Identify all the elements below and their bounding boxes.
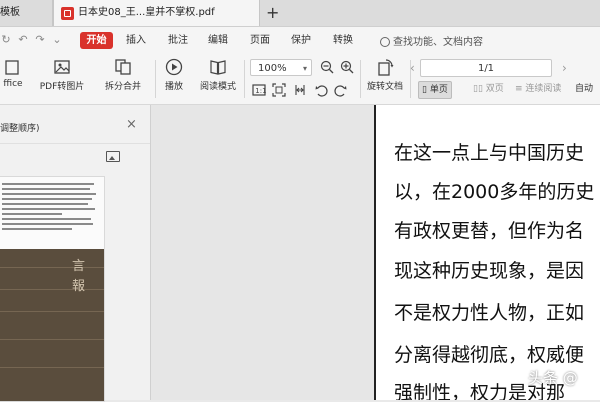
next-page-icon[interactable]: ›	[562, 61, 567, 75]
split-merge-button[interactable]: 拆分合并	[98, 58, 148, 92]
thumbnail-newspaper-image: 言 報	[0, 249, 104, 401]
panel-divider	[0, 143, 150, 144]
actual-size-icon[interactable]: 1:1	[252, 83, 267, 97]
text-line: 有政权更替，但作为名	[394, 220, 585, 242]
play-label: 播放	[164, 82, 183, 92]
menu-annotate[interactable]: 批注	[168, 33, 188, 49]
office-icon	[4, 58, 22, 76]
play-icon	[165, 58, 183, 76]
page-indicator: 1/1	[477, 63, 495, 74]
rotate-left-icon[interactable]	[314, 83, 328, 97]
document-viewer[interactable]: 在这一点上与中国历史 以，在2000多年的历史 有政权更替，但作为名 现这种历史…	[151, 105, 600, 400]
redo-icon[interactable]: ↷	[34, 34, 46, 46]
close-panel-icon[interactable]: ×	[126, 117, 137, 132]
watermark: 头条 @	[528, 369, 578, 387]
continuous-read-button[interactable]: ≡ 连续阅读	[512, 81, 564, 97]
chevron-down-icon: ▾	[302, 64, 307, 73]
auto-flip-button[interactable]: 自动	[572, 81, 596, 97]
single-page-icon: ▯	[422, 85, 427, 95]
pdf-to-image-label: PDF转图片	[39, 82, 85, 92]
double-page-icon: ▯▯	[473, 84, 483, 94]
tab-label: 日本史08_王...皇并不掌权.pdf	[78, 7, 215, 18]
svg-text:1:1: 1:1	[255, 87, 266, 95]
rotate-right-icon[interactable]	[334, 83, 348, 97]
pdf-to-image-button[interactable]: PDF转图片	[36, 58, 88, 92]
menu-edit[interactable]: 编辑	[208, 33, 228, 49]
thumbnail-glyph: 言	[72, 259, 86, 274]
thumbnail-text-block	[2, 183, 97, 239]
text-line: 分离得越彻底，权威便	[394, 344, 585, 366]
auto-flip-label: 自动	[575, 84, 594, 94]
rotate-doc-button[interactable]: 旋转文档	[364, 58, 406, 92]
office-button[interactable]: ffice	[0, 58, 26, 89]
play-button[interactable]: 播放	[160, 58, 188, 92]
read-mode-button[interactable]: 阅读模式	[196, 58, 240, 92]
split-merge-icon	[114, 58, 132, 76]
continuous-icon: ≡	[515, 84, 523, 94]
fit-page-icon[interactable]	[272, 83, 286, 97]
fit-width-icon[interactable]	[293, 83, 307, 97]
dropdown-icon[interactable]: ⌄	[51, 34, 63, 46]
toolbar-divider	[244, 60, 245, 98]
zoom-in-icon[interactable]	[340, 60, 354, 74]
panel-title: 调整顺序)	[0, 124, 40, 134]
text-line: 以，在2000多年的历史	[394, 181, 595, 203]
menu-convert[interactable]: 转换	[333, 33, 353, 49]
quick-access-toolbar: ↻ ↶ ↷ ⌄	[0, 33, 68, 49]
command-search-placeholder: 查找功能、文档内容	[393, 37, 483, 48]
pdf-page[interactable]: 在这一点上与中国历史 以，在2000多年的历史 有政权更替，但作为名 现这种历史…	[374, 105, 600, 400]
read-mode-label: 阅读模式	[199, 82, 236, 92]
menu-insert[interactable]: 插入	[126, 33, 146, 49]
new-tab-button[interactable]: +	[266, 3, 279, 23]
undo-icon[interactable]: ↶	[17, 34, 29, 46]
continuous-label: 连续阅读	[525, 84, 562, 94]
menu-start[interactable]: 开始	[80, 32, 113, 49]
zoom-out-icon[interactable]	[320, 60, 334, 74]
thumbnail-glyph: 報	[72, 279, 86, 294]
menu-page[interactable]: 页面	[250, 33, 270, 49]
single-page-button[interactable]: ▯ 单页	[418, 81, 452, 99]
book-icon	[209, 58, 227, 76]
rotate-document-icon	[376, 58, 394, 76]
toolbar-divider	[360, 60, 361, 98]
refresh-icon[interactable]: ↻	[0, 34, 12, 46]
prev-page-icon[interactable]: ‹	[410, 61, 415, 75]
menu-protect[interactable]: 保护	[291, 33, 311, 49]
rotate-doc-label: 旋转文档	[366, 82, 403, 92]
page-thumbnail[interactable]: 言 報	[0, 176, 105, 402]
picture-icon	[53, 58, 71, 76]
image-icon[interactable]	[106, 151, 120, 162]
menu-bar: ↻ ↶ ↷ ⌄ 开始 插入 批注 编辑 页面 保护 转换 查找功能、文档内容	[0, 27, 600, 54]
zoom-value: 100%	[258, 63, 287, 74]
text-line: 不是权力性人物，正如	[394, 302, 585, 324]
search-icon	[380, 37, 390, 47]
split-merge-label: 拆分合并	[104, 82, 141, 92]
tab-bar: 模板 日本史08_王...皇并不掌权.pdf □ × +	[0, 0, 600, 27]
single-page-label: 单页	[429, 85, 448, 95]
thumbnail-panel: 调整顺序) × 言 報	[0, 105, 151, 402]
tab-pdf-document[interactable]: 日本史08_王...皇并不掌权.pdf □ ×	[53, 0, 260, 26]
double-page-button[interactable]: ▯▯ 双页	[470, 81, 507, 97]
pdf-file-icon	[61, 6, 74, 20]
tab-label: 模板	[0, 7, 20, 18]
double-page-label: 双页	[485, 84, 504, 94]
toolbar: ffice PDF转图片 拆分合并 播放 阅读模式 100% ▾ 1:1 旋转文…	[0, 54, 600, 105]
text-line: 现这种历史现象，是因	[394, 260, 585, 282]
page-number-input[interactable]: 1/1	[420, 59, 552, 77]
office-label: ffice	[3, 79, 23, 89]
toolbar-divider	[155, 60, 156, 98]
text-line: 在这一点上与中国历史	[394, 142, 585, 164]
zoom-select[interactable]: 100% ▾	[250, 59, 312, 76]
command-search[interactable]: 查找功能、文档内容	[380, 33, 483, 48]
tab-template[interactable]: 模板	[0, 0, 53, 26]
